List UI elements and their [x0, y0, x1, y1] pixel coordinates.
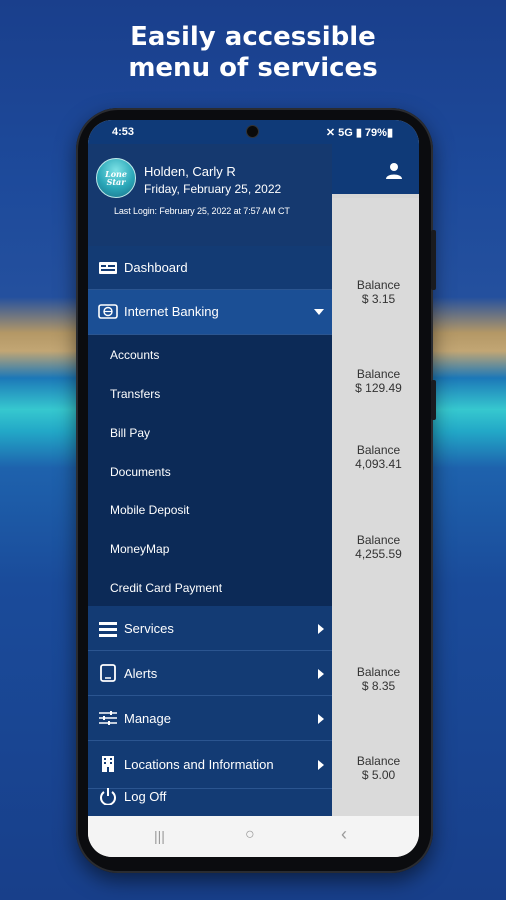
account-card[interactable]: Balance 4,255.59 [332, 515, 419, 590]
home-button[interactable]: ○ [245, 826, 255, 844]
menu-item-services[interactable]: Services [88, 606, 332, 651]
user-name: Holden, Carly R [144, 164, 236, 179]
submenu-item-transfers[interactable]: Transfers [110, 387, 160, 401]
submenu-item-credit-card-payment[interactable]: Credit Card Payment [110, 581, 222, 595]
dashboard-icon [99, 262, 117, 274]
building-icon [102, 756, 114, 772]
back-button[interactable]: ‹ [341, 824, 347, 845]
promo-line-1: Easily accessible [130, 22, 376, 52]
account-card[interactable]: Balance $ 129.49 [332, 349, 419, 426]
chevron-right-icon [318, 714, 324, 724]
account-card[interactable]: Balance $ 8.35 [332, 625, 419, 739]
bank-logo-text: Lone Star [105, 169, 127, 187]
promo-line-2: menu of services [128, 53, 378, 83]
balance-label: Balance [356, 533, 401, 547]
system-nav-bar: ||| ○ ‹ [88, 816, 419, 857]
balance-label: Balance [356, 665, 401, 679]
menu-label: Manage [124, 711, 171, 726]
submenu-item-bill-pay[interactable]: Bill Pay [110, 426, 150, 440]
balance-amount: $ 3.15 [361, 292, 396, 306]
menu-item-log-off[interactable]: Log Off [88, 788, 332, 816]
last-login: Last Login: February 25, 2022 at 7:57 AM… [114, 206, 290, 216]
status-time: 4:53 [112, 126, 135, 138]
balance-label: Balance [356, 367, 401, 381]
menu-item-dashboard[interactable]: Dashboard [88, 246, 332, 290]
balance-label: Balance [356, 278, 401, 292]
promo-headline: Easily accessible menu of services [0, 22, 506, 84]
tablet-icon [100, 664, 116, 682]
sliders-icon [99, 711, 117, 725]
menu-label: Internet Banking [124, 304, 219, 319]
navigation-drawer: Lone Star Holden, Carly R Friday, Februa… [88, 144, 332, 816]
drawer-header: Lone Star Holden, Carly R Friday, Februa… [88, 144, 332, 246]
account-card-empty [332, 198, 419, 239]
chevron-right-icon [318, 624, 324, 634]
menu-item-alerts[interactable]: Alerts [88, 651, 332, 696]
power-button [431, 380, 436, 420]
submenu-item-mobile-deposit[interactable]: Mobile Deposit [110, 503, 189, 517]
internet-banking-submenu: Accounts Transfers Bill Pay Documents Mo… [88, 335, 332, 606]
front-camera [246, 125, 259, 138]
chevron-right-icon [318, 760, 324, 770]
submenu-item-accounts[interactable]: Accounts [110, 348, 159, 362]
menu-label: Log Off [124, 789, 167, 804]
current-date: Friday, February 25, 2022 [144, 182, 282, 196]
balance-amount: $ 129.49 [355, 381, 402, 395]
volume-button [431, 230, 436, 290]
profile-icon[interactable] [385, 162, 403, 180]
balance-amount: 4,093.41 [355, 457, 402, 471]
account-card-empty [332, 589, 419, 626]
chevron-down-icon [314, 309, 324, 315]
status-indicators: ✕ 5G ▮ 79%▮ [325, 127, 393, 139]
balance-amount: $ 5.00 [361, 768, 396, 782]
menu-item-locations[interactable]: Locations and Information [88, 741, 332, 789]
power-icon [100, 788, 116, 805]
balance-label: Balance [356, 443, 401, 457]
account-card[interactable]: Balance 4,093.41 [332, 425, 419, 516]
recents-button[interactable]: ||| [154, 828, 165, 844]
globe-screen-icon [98, 304, 118, 319]
submenu-item-documents[interactable]: Documents [110, 465, 171, 479]
balance-amount: 4,255.59 [355, 547, 402, 561]
submenu-item-moneymap[interactable]: MoneyMap [110, 542, 169, 556]
phone-screen: 4:53 ✕ 5G ▮ 79%▮ Balance $ 3.15 Balance … [88, 120, 419, 857]
app-header [332, 144, 419, 194]
balance-label: Balance [356, 754, 401, 768]
menu-item-manage[interactable]: Manage [88, 696, 332, 741]
menu-label: Alerts [124, 666, 158, 681]
bank-logo: Lone Star [96, 158, 136, 198]
menu-item-internet-banking[interactable]: Internet Banking [88, 290, 332, 335]
menu-lines-icon [99, 622, 117, 637]
balance-amount: $ 8.35 [361, 679, 396, 693]
account-card[interactable]: Balance $ 3.15 [332, 238, 419, 350]
menu-label: Dashboard [124, 260, 188, 275]
chevron-right-icon [318, 669, 324, 679]
menu-label: Locations and Information [124, 757, 274, 772]
account-card[interactable]: Balance $ 5.00 [332, 738, 419, 817]
menu-label: Services [124, 621, 174, 636]
